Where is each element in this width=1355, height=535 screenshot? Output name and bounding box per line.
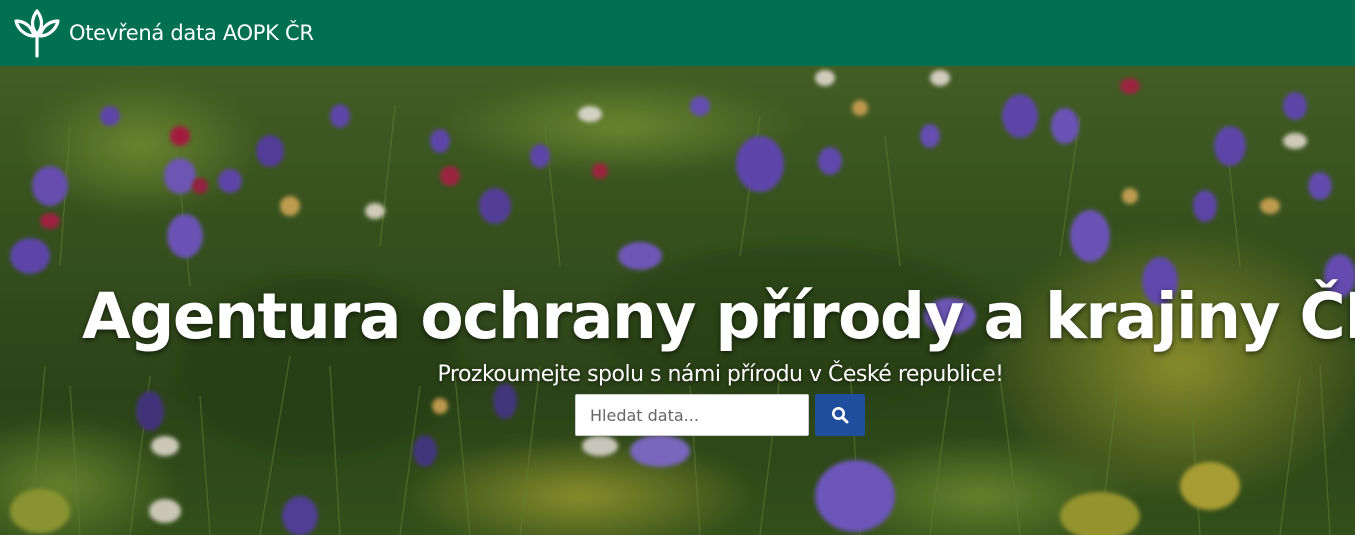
top-navbar: Otevřená data AOPK ČR <box>0 0 1355 66</box>
brand-link[interactable]: Otevřená data AOPK ČR <box>12 8 314 58</box>
brand-title: Otevřená data AOPK ČR <box>69 21 314 45</box>
hero-subtitle: Prozkoumejte spolu s námi přírodu v Česk… <box>437 362 1004 387</box>
hero-title: Agentura ochrany přírody a krajiny ČR <box>82 280 1355 354</box>
hero-banner: Agentura ochrany přírody a krajiny ČR Pr… <box>0 66 1355 535</box>
search-icon <box>832 407 849 424</box>
search-input[interactable] <box>575 394 809 436</box>
search-form <box>575 394 865 436</box>
sprout-leaves-icon <box>14 9 60 58</box>
search-button[interactable] <box>815 394 865 436</box>
